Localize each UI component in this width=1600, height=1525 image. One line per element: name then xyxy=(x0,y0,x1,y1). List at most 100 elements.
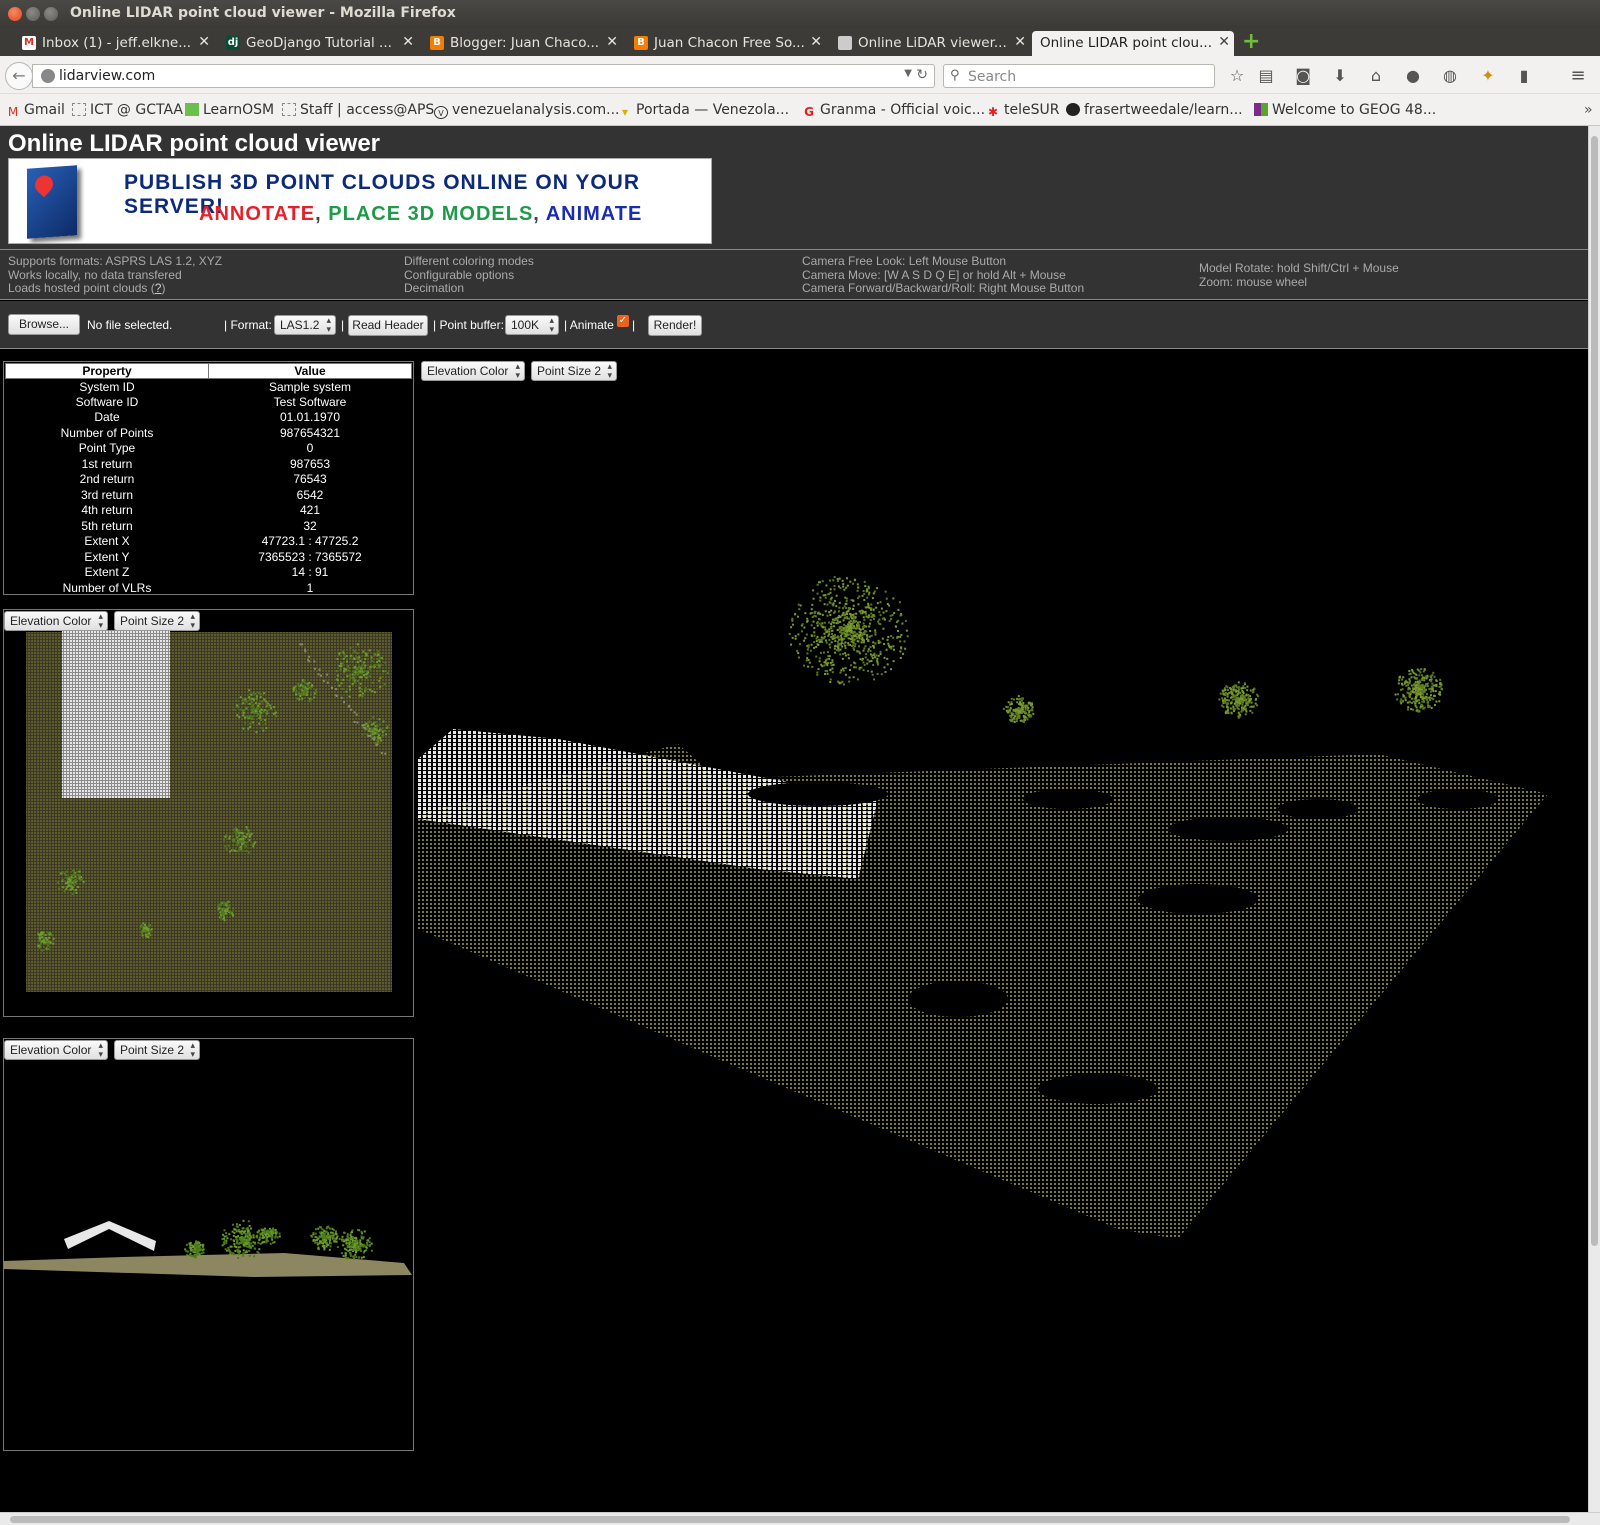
animate-checkbox[interactable]: ✓ xyxy=(617,315,629,327)
browse-button[interactable]: Browse... xyxy=(8,314,80,335)
globe-icon xyxy=(41,69,55,83)
table-row: Number of Points 987654321 xyxy=(6,425,412,441)
scrollbar-thumb[interactable] xyxy=(10,1516,1570,1523)
color-mode-select[interactable]: Elevation Color ▴ ▾ xyxy=(421,361,525,381)
bookmark-venezuelanalysis[interactable]: Vvenezuelanalysis.com... xyxy=(434,102,620,119)
search-input[interactable]: ⚲ Search xyxy=(943,64,1215,88)
back-button[interactable]: ← xyxy=(5,62,33,90)
clipboard-icon[interactable]: ▮ xyxy=(1514,66,1534,86)
notification-icon[interactable]: ✦ xyxy=(1478,66,1498,86)
table-header-row: Property Value xyxy=(5,363,412,379)
window-close-button[interactable] xyxy=(8,7,22,21)
tab-gmail[interactable]: M Inbox (1) - jeff.elkne... ✕ xyxy=(18,31,214,56)
bookmark-gmail[interactable]: M Gmail xyxy=(6,102,65,119)
banner-annotate: ANNOTATE xyxy=(199,203,316,225)
star-icon[interactable]: ☆ xyxy=(1227,66,1247,86)
chevron-down-icon[interactable]: ▼ xyxy=(904,68,912,79)
table-row: Extent Z 14 : 91 xyxy=(6,565,412,581)
color-mode-select[interactable]: Elevation Color ▴ ▾ xyxy=(4,1040,108,1060)
table-row: 5th return 32 xyxy=(6,518,412,534)
property-name: Number of VLRs xyxy=(62,580,152,595)
bookmark-learnosm[interactable]: LearnOSM xyxy=(185,102,274,118)
reload-icon[interactable]: ↻ xyxy=(916,67,928,83)
tab-lidar-point-cloud[interactable]: Online LIDAR point clou... ✕ xyxy=(1032,31,1234,56)
render-button[interactable]: Render! xyxy=(648,315,702,336)
close-icon[interactable]: ✕ xyxy=(1218,34,1230,50)
url-text[interactable]: lidarview.com xyxy=(59,68,155,84)
shadow-void xyxy=(748,782,888,806)
page-content: Online LIDAR point cloud viewer PUBLISH … xyxy=(0,126,1588,1512)
vertical-scrollbar[interactable] xyxy=(1588,126,1600,1512)
features-model: Model Rotate: hold Shift/Ctrl + Mouse Zo… xyxy=(1199,261,1399,289)
separator: | xyxy=(632,318,636,332)
close-icon[interactable]: ✕ xyxy=(1014,34,1026,50)
home-icon[interactable]: ⌂ xyxy=(1366,66,1386,86)
shadow-void xyxy=(1138,884,1258,914)
bookmark-granma[interactable]: G Granma - Official voic... xyxy=(802,102,985,119)
gmail-icon: M xyxy=(22,36,36,50)
ad-banner[interactable]: PUBLISH 3D POINT CLOUDS ONLINE ON YOUR S… xyxy=(8,158,712,244)
color-mode-select[interactable]: Elevation Color ▴ ▾ xyxy=(4,611,108,631)
side-view-point-cloud xyxy=(4,1219,412,1277)
close-icon[interactable]: ✕ xyxy=(402,34,414,50)
property-value: 987653 xyxy=(289,456,331,471)
main-3d-viewport[interactable]: Elevation Color ▴ ▾ Point Size 2 ▴ ▾ xyxy=(418,359,1588,1509)
va-icon: V xyxy=(434,106,448,119)
product-box-image xyxy=(27,165,77,239)
reading-list-icon[interactable]: ▤ xyxy=(1256,66,1276,86)
table-row: 3rd return 6542 xyxy=(6,487,412,503)
point-size-select[interactable]: Point Size 2 ▴ ▾ xyxy=(114,611,200,631)
bookmark-geog[interactable]: Welcome to GEOG 48... xyxy=(1254,102,1436,118)
tab-juan-chacon[interactable]: B Juan Chacon Free So... ✕ xyxy=(630,31,826,56)
close-icon[interactable]: ✕ xyxy=(198,34,210,50)
feature-text: Works locally, no data transfered xyxy=(8,267,182,282)
tab-geodjango[interactable]: dj GeoDjango Tutorial ... ✕ xyxy=(222,31,418,56)
page-icon xyxy=(72,103,86,116)
new-tab-button[interactable]: + xyxy=(1242,31,1260,53)
tab-lidar-viewer[interactable]: Online LiDAR viewer... ✕ xyxy=(834,31,1030,56)
feature-text: Camera Move: [W A S D Q E] or hold Alt +… xyxy=(802,267,1066,282)
table-row: 1st return 987653 xyxy=(6,456,412,472)
banner-animate: ANIMATE xyxy=(545,203,643,225)
feature-text: Loads hosted point clouds xyxy=(8,281,148,295)
firefox-window: Online LIDAR point cloud viewer - Mozill… xyxy=(0,0,1600,1525)
property-value: 0 xyxy=(306,441,314,456)
bookmark-label: Welcome to GEOG 48... xyxy=(1272,102,1437,118)
bookmark-staff-access[interactable]: Staff | access@APS xyxy=(282,102,434,118)
properties-body: System ID Sample system Software ID Test So… xyxy=(6,379,412,596)
top-view-viewport[interactable]: Elevation Color ▴ ▾ Point Size 2 ▴ ▾ xyxy=(3,609,414,1017)
help-link[interactable]: ? xyxy=(155,281,162,295)
horizontal-scrollbar[interactable] xyxy=(0,1512,1600,1525)
window-minimize-button[interactable] xyxy=(26,7,40,21)
window-maximize-button[interactable] xyxy=(44,7,58,21)
url-bar[interactable]: lidarview.com ▼ ↻ xyxy=(32,64,935,88)
more-bookmarks-icon[interactable]: » xyxy=(1584,102,1593,118)
side-view-viewport[interactable]: Elevation Color ▴ ▾ Point Size 2 ▴ ▾ xyxy=(3,1038,414,1451)
point-buffer-select[interactable]: 100K ▴ ▾ xyxy=(505,315,559,335)
menu-icon[interactable]: ≡ xyxy=(1568,66,1588,86)
tab-blogger[interactable]: B Blogger: Juan Chaco... ✕ xyxy=(426,31,622,56)
format-select[interactable]: LAS1.2 ▴ ▾ xyxy=(274,315,336,335)
bookmarks-bar: M Gmail ICT @ GCTAA LearnOSM Staff | acce… xyxy=(0,94,1600,126)
bookmark-github[interactable]: frasertweedale/learn... xyxy=(1066,102,1243,118)
bookmark-telesur[interactable]: ✱ teleSUR xyxy=(986,102,1060,119)
property-name: 1st return xyxy=(81,456,133,471)
chat-icon[interactable]: ● xyxy=(1403,66,1423,86)
pocket-icon[interactable]: ◙ xyxy=(1293,66,1313,86)
close-icon[interactable]: ✕ xyxy=(810,34,822,50)
extension-icon[interactable]: ◍ xyxy=(1440,66,1460,86)
point-size-select[interactable]: Point Size 2 ▴ ▾ xyxy=(114,1040,200,1060)
scrollbar-thumb[interactable] xyxy=(1591,136,1598,1246)
read-header-button[interactable]: Read Header xyxy=(348,315,428,336)
download-icon[interactable]: ⬇ xyxy=(1330,66,1350,86)
property-name: 5th return xyxy=(81,518,133,533)
table-row: Extent X 47723.1 : 47725.2 xyxy=(6,534,412,550)
bookmark-ict-gctaa[interactable]: ICT @ GCTAA xyxy=(72,102,183,118)
table-row: Extent Y 7365523 : 7365572 xyxy=(6,549,412,565)
property-name: 2nd return xyxy=(79,472,135,487)
property-name: Software ID xyxy=(75,394,139,409)
property-name: Date xyxy=(94,410,120,425)
bookmark-portada[interactable]: ▾ Portada — Venezola... xyxy=(618,102,789,119)
point-size-select[interactable]: Point Size 2 ▴ ▾ xyxy=(531,361,617,381)
close-icon[interactable]: ✕ xyxy=(606,34,618,50)
